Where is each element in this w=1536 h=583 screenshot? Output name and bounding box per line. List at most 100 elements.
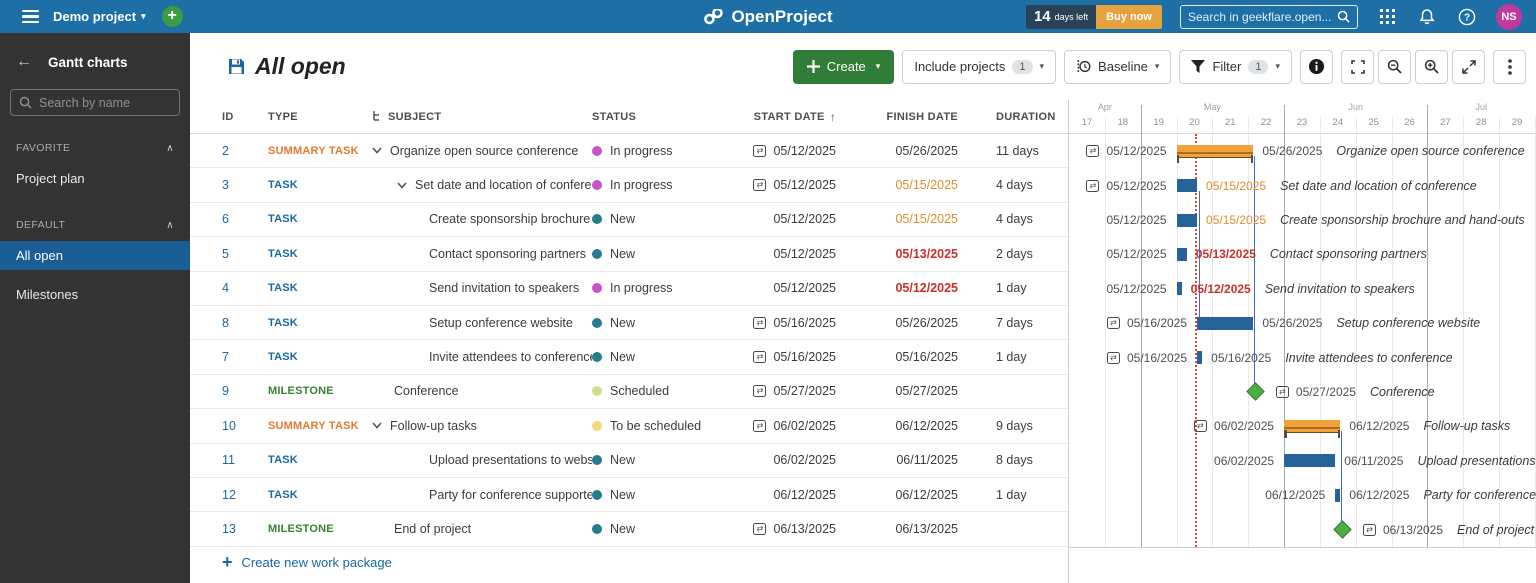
finish-date-cell[interactable]: 05/13/2025 <box>862 247 980 261</box>
column-header-duration[interactable]: DURATION <box>980 111 1068 123</box>
table-row[interactable]: 7 TASK Invite attendees to conference New ⇄ 0… <box>190 340 1068 375</box>
more-options-button[interactable] <box>1493 49 1526 84</box>
finish-date-cell[interactable]: 05/12/2025 <box>862 281 980 295</box>
finish-date-cell[interactable]: 05/15/2025 <box>862 212 980 226</box>
collapse-chevron-icon[interactable] <box>372 422 382 430</box>
table-row[interactable]: 4 TASK Send invitation to speakers In progr… <box>190 272 1068 306</box>
work-package-id-link[interactable]: 10 <box>222 419 236 433</box>
subject-cell[interactable]: Conference <box>372 384 592 398</box>
task-bar[interactable] <box>1197 351 1203 365</box>
subject-cell[interactable]: Invite attendees to conference <box>372 350 592 364</box>
table-row[interactable]: 3 TASK Set date and location of conference… <box>190 168 1068 203</box>
task-bar[interactable] <box>1284 454 1336 468</box>
gantt-chart[interactable]: Apr May Jun Jul 17 18 19 20 21 22 23 24 25 26 27 28 29 ⇄ 0… <box>1068 100 1536 583</box>
work-package-id-link[interactable]: 11 <box>222 453 235 467</box>
create-button[interactable]: Create ▾ <box>792 49 895 84</box>
include-projects-button[interactable]: Include projects 1 ▾ <box>902 49 1057 84</box>
table-row[interactable]: 5 TASK Contact sponsoring partners New 05/12… <box>190 237 1068 272</box>
summary-task-bar[interactable] <box>1176 144 1254 163</box>
start-date-cell[interactable]: 05/12/2025 <box>742 212 862 226</box>
task-bar[interactable] <box>1197 316 1254 330</box>
zoom-out-button[interactable] <box>1378 49 1411 84</box>
work-package-id-link[interactable]: 3 <box>222 178 229 192</box>
subject-cell[interactable]: Create sponsorship brochure an... <box>372 212 592 226</box>
back-arrow-icon[interactable]: ← <box>16 53 32 71</box>
task-bar[interactable] <box>1176 247 1187 261</box>
finish-date-cell[interactable]: 06/11/2025 <box>862 453 980 467</box>
milestone-diamond[interactable] <box>1333 519 1352 539</box>
global-search-input[interactable] <box>1188 9 1331 24</box>
sidebar-item-milestones[interactable]: Milestones <box>0 280 190 309</box>
help-icon[interactable]: ? <box>1456 6 1478 28</box>
finish-date-cell[interactable]: 05/26/2025 <box>862 316 980 330</box>
modules-grid-icon[interactable] <box>1376 6 1398 28</box>
subject-cell[interactable]: Send invitation to speakers <box>372 281 592 295</box>
start-date-cell[interactable]: ⇄ 06/02/2025 <box>742 419 862 433</box>
task-bar[interactable] <box>1176 213 1197 227</box>
collapse-chevron-icon[interactable] <box>372 147 382 154</box>
finish-date-cell[interactable]: 06/13/2025 <box>862 522 980 536</box>
column-header-id[interactable]: ID <box>222 111 268 123</box>
sidebar-section-header[interactable]: FAVORITE ∧ <box>0 142 190 154</box>
sidebar-item-all-open[interactable]: All open <box>0 241 190 270</box>
work-package-id-link[interactable]: 4 <box>222 281 229 295</box>
summary-task-bar[interactable] <box>1284 419 1341 438</box>
start-date-cell[interactable]: ⇄ 05/16/2025 <box>742 350 862 364</box>
work-package-id-link[interactable]: 9 <box>222 384 229 398</box>
column-header-subject[interactable]: SUBJECT <box>372 111 592 123</box>
subject-cell[interactable]: Organize open source conference <box>372 144 592 158</box>
info-button[interactable] <box>1300 49 1333 84</box>
table-row[interactable]: 11 TASK Upload presentations to website New… <box>190 444 1068 478</box>
table-row[interactable]: 9 MILESTONE Conference Scheduled ⇄ 05/27/2025… <box>190 375 1068 410</box>
work-package-id-link[interactable]: 8 <box>222 316 229 330</box>
work-package-id-link[interactable]: 6 <box>222 212 229 226</box>
zoom-auto-button[interactable] <box>1341 49 1374 84</box>
finish-date-cell[interactable]: 05/26/2025 <box>862 144 980 158</box>
start-date-cell[interactable]: 06/12/2025 <box>742 488 862 502</box>
task-bar[interactable] <box>1335 488 1341 502</box>
zoom-in-button[interactable] <box>1415 49 1448 84</box>
subject-cell[interactable]: Set date and location of conference <box>372 178 592 192</box>
start-date-cell[interactable]: ⇄ 05/12/2025 <box>742 178 862 192</box>
table-row[interactable]: 10 SUMMARY TASK Follow-up tasks To be sched… <box>190 409 1068 444</box>
sidebar-search[interactable] <box>10 89 180 116</box>
start-date-cell[interactable]: ⇄ 05/16/2025 <box>742 316 862 330</box>
work-package-id-link[interactable]: 5 <box>222 247 229 261</box>
save-icon[interactable] <box>228 58 245 75</box>
column-header-status[interactable]: STATUS <box>592 111 742 123</box>
finish-date-cell[interactable]: 06/12/2025 <box>862 419 980 433</box>
finish-date-cell[interactable]: 06/12/2025 <box>862 488 980 502</box>
project-selector[interactable]: Demo project ▾ <box>53 9 146 24</box>
sidebar-search-input[interactable] <box>39 95 171 110</box>
finish-date-cell[interactable]: 05/27/2025 <box>862 384 980 398</box>
subject-cell[interactable]: Party for conference supporters :-) <box>372 488 592 502</box>
table-row[interactable]: 12 TASK Party for conference supporters :-… <box>190 478 1068 513</box>
start-date-cell[interactable]: 05/12/2025 <box>742 281 862 295</box>
finish-date-cell[interactable]: 05/16/2025 <box>862 350 980 364</box>
subject-cell[interactable]: Contact sponsoring partners <box>372 247 592 261</box>
baseline-button[interactable]: Baseline ▾ <box>1064 49 1172 84</box>
table-row[interactable]: 2 SUMMARY TASK Organize open source confer… <box>190 134 1068 169</box>
subject-cell[interactable]: End of project <box>372 522 592 536</box>
finish-date-cell[interactable]: 05/15/2025 <box>862 178 980 192</box>
user-avatar[interactable]: NS <box>1496 3 1522 30</box>
start-date-cell[interactable]: ⇄ 06/13/2025 <box>742 522 862 536</box>
notifications-bell-icon[interactable] <box>1416 6 1438 28</box>
global-search[interactable] <box>1180 4 1358 29</box>
table-row[interactable]: 13 MILESTONE End of project New ⇄ 06/13/2025 0… <box>190 512 1068 547</box>
task-bar[interactable] <box>1176 282 1182 296</box>
table-row[interactable]: 8 TASK Setup conference website New ⇄ 05/16/2… <box>190 306 1068 341</box>
subject-cell[interactable]: Follow-up tasks <box>372 419 592 433</box>
task-bar[interactable] <box>1176 179 1197 193</box>
start-date-cell[interactable]: 06/02/2025 <box>742 453 862 467</box>
start-date-cell[interactable]: ⇄ 05/12/2025 <box>742 144 862 158</box>
sidebar-section-header[interactable]: DEFAULT ∧ <box>0 219 190 231</box>
create-new-work-package-link[interactable]: + Create new work package <box>190 547 1068 579</box>
subject-cell[interactable]: Setup conference website <box>372 316 592 330</box>
work-package-id-link[interactable]: 7 <box>222 350 229 364</box>
table-row[interactable]: 6 TASK Create sponsorship brochure an... Ne… <box>190 203 1068 238</box>
work-package-id-link[interactable]: 13 <box>222 522 236 536</box>
filter-button[interactable]: Filter 1 ▾ <box>1179 49 1292 84</box>
fullscreen-button[interactable] <box>1452 49 1485 84</box>
work-package-id-link[interactable]: 12 <box>222 488 236 502</box>
